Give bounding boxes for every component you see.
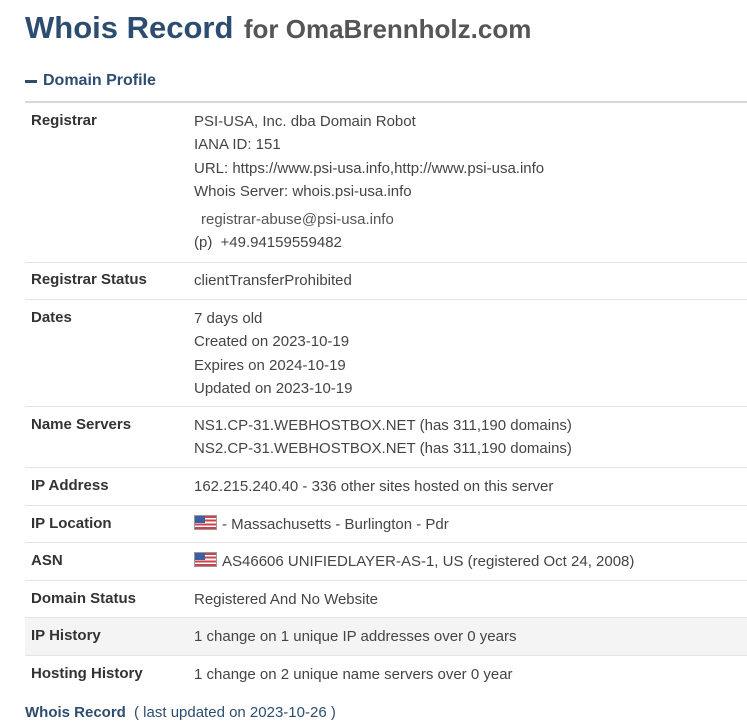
ip-address-label: IP Address xyxy=(31,477,109,494)
registrar-phone: (p) +49.94159559482 xyxy=(194,231,747,254)
name-servers-label: Name Servers xyxy=(31,416,132,433)
asn-text: AS46606 UNIFIEDLAYER-AS-1, US (registere… xyxy=(222,553,635,570)
page-title-main: Whois Record xyxy=(25,10,234,45)
page-title-domain: for OmaBrennholz.com xyxy=(243,14,532,44)
row-domain-status: Domain Status Registered And No Website xyxy=(25,581,747,618)
row-ip-history[interactable]: IP History 1 change on 1 unique IP addre… xyxy=(25,618,747,656)
row-name-servers: Name Servers NS1.CP-31.WEBHOSTBOX.NET (h… xyxy=(25,407,747,468)
row-registrar-status: Registrar Status clientTransferProhibite… xyxy=(25,263,747,300)
registrar-status-value: clientTransferProhibited xyxy=(194,272,352,289)
registrar-label: Registrar xyxy=(31,112,97,129)
registrar-whois-server: Whois Server: whois.psi-usa.info xyxy=(194,182,412,200)
dates-created: Created on 2023-10-19 xyxy=(194,333,350,351)
domain-status-label: Domain Status xyxy=(31,590,137,607)
dates-age: 7 days old xyxy=(194,310,263,327)
phone-number: +49.94159559482 xyxy=(220,234,342,252)
whois-record-footer: Whois Record ( last updated on 2023-10-2… xyxy=(25,704,336,721)
us-flag-icon xyxy=(194,515,217,530)
registrar-email: registrar-abuse@psi-usa.info xyxy=(201,211,394,229)
dates-expires: Expires on 2024-10-19 xyxy=(194,356,346,374)
name-server-2: NS2.CP-31.WEBHOSTBOX.NET (has 311,190 do… xyxy=(194,440,572,458)
ip-history-value: 1 change on 1 unique IP addresses over 0… xyxy=(194,628,517,645)
ip-history-label: IP History xyxy=(31,627,101,644)
ip-location-text: - Massachusetts - Burlington - Pdr xyxy=(222,516,449,533)
registrar-value: PSI-USA, Inc. dba Domain Robot IANA ID: … xyxy=(194,103,747,262)
whois-record-link[interactable]: Whois Record xyxy=(25,704,126,721)
row-hosting-history[interactable]: Hosting History 1 change on 2 unique nam… xyxy=(25,656,747,692)
hosting-history-value: 1 change on 2 unique name servers over 0… xyxy=(194,666,513,683)
page-title: Whois Record for OmaBrennholz.com xyxy=(25,10,531,46)
dates-updated: Updated on 2023-10-19 xyxy=(194,379,353,397)
row-registrar: Registrar PSI-USA, Inc. dba Domain Robot… xyxy=(25,103,747,263)
dates-value: 7 days old Created on 2023-10-19 Expires… xyxy=(194,300,747,406)
phone-prefix: (p) xyxy=(194,234,213,252)
row-ip-address: IP Address 162.215.240.40 - 336 other si… xyxy=(25,468,747,506)
section-title: Domain Profile xyxy=(43,72,156,89)
name-server-1: NS1.CP-31.WEBHOSTBOX.NET (has 311,190 do… xyxy=(194,417,572,434)
row-asn: ASN AS46606 UNIFIEDLAYER-AS-1, US (regis… xyxy=(25,543,747,581)
asn-value: AS46606 UNIFIEDLAYER-AS-1, US (registere… xyxy=(194,543,747,580)
registrar-status-label: Registrar Status xyxy=(31,271,147,288)
us-flag-icon xyxy=(194,552,217,567)
domain-profile-table: Registrar PSI-USA, Inc. dba Domain Robot… xyxy=(25,101,747,692)
hosting-history-label: Hosting History xyxy=(31,665,143,682)
name-servers-value: NS1.CP-31.WEBHOSTBOX.NET (has 311,190 do… xyxy=(194,407,747,467)
domain-profile-toggle[interactable]: Domain Profile xyxy=(25,72,156,90)
last-updated-note: ( last updated on 2023-10-26 ) xyxy=(134,704,336,721)
ip-location-label: IP Location xyxy=(31,515,112,532)
collapse-icon xyxy=(25,79,37,83)
registrar-url: URL: https://www.psi-usa.info,http://www… xyxy=(194,159,545,177)
registrar-name: PSI-USA, Inc. dba Domain Robot xyxy=(194,113,416,130)
row-ip-location: IP Location - Massachusetts - Burlington… xyxy=(25,506,747,543)
ip-location-value: - Massachusetts - Burlington - Pdr xyxy=(194,506,747,542)
domain-status-value: Registered And No Website xyxy=(194,591,378,608)
asn-label: ASN xyxy=(31,552,63,569)
dates-label: Dates xyxy=(31,309,72,326)
ip-address-value: 162.215.240.40 - 336 other sites hosted … xyxy=(194,478,554,495)
row-dates: Dates 7 days old Created on 2023-10-19 E… xyxy=(25,300,747,407)
registrar-iana: IANA ID: 151 xyxy=(194,136,281,154)
